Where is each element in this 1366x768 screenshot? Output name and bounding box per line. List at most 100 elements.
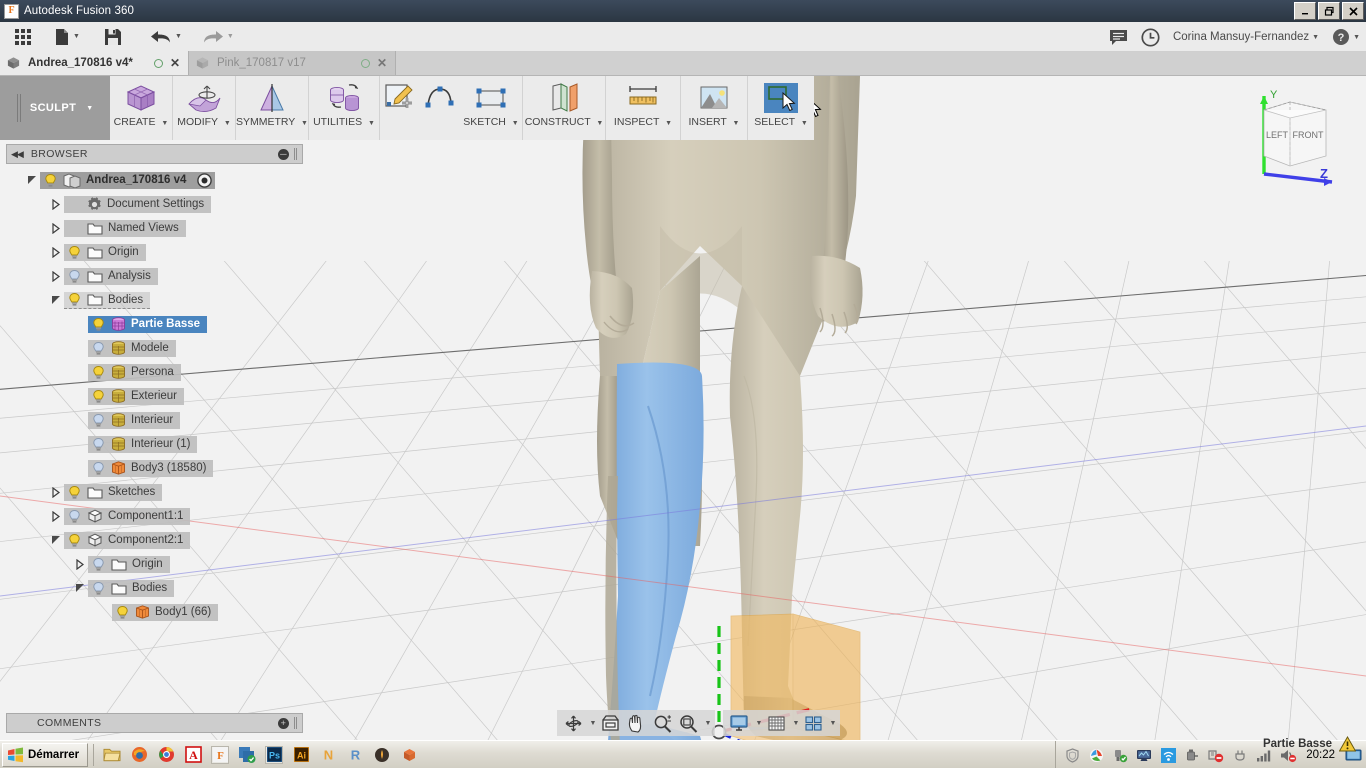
visibility-toggle[interactable] [67, 269, 82, 284]
visibility-toggle[interactable] [91, 413, 106, 428]
chevron-down-icon[interactable] [75, 583, 86, 594]
pan-button[interactable] [623, 711, 649, 735]
firefox-icon[interactable] [130, 746, 148, 764]
browser-tree-row[interactable]: Andrea_170816 v4 [6, 168, 303, 192]
tree-twisty[interactable] [48, 295, 64, 306]
tree-node-persona[interactable]: Persona [88, 363, 181, 381]
tree-node-modele[interactable]: Modele [88, 339, 176, 357]
chevron-down-icon[interactable] [51, 535, 62, 546]
visibility-bulb-icon[interactable] [91, 581, 106, 596]
tree-twisty[interactable] [72, 558, 88, 570]
tree-twisty[interactable] [48, 198, 64, 210]
antivirus-icon[interactable] [1087, 746, 1105, 764]
activate-radio-icon[interactable] [197, 172, 213, 188]
warning-triangle-icon[interactable] [1339, 736, 1356, 752]
chevron-down-icon[interactable]: ▼ [756, 720, 763, 727]
browser-tree-row[interactable]: Interieur [6, 408, 303, 432]
chevron-right-icon[interactable] [75, 558, 85, 570]
circle-icon[interactable] [153, 58, 163, 68]
shield-icon[interactable] [1063, 746, 1081, 764]
close-icon[interactable]: ✕ [170, 57, 180, 69]
tree-node-andrea-170816-v4[interactable]: Andrea_170816 v4 [40, 171, 216, 189]
wifi-icon[interactable] [1159, 746, 1177, 764]
tree-twisty[interactable] [48, 486, 64, 498]
photoshop-icon[interactable]: Ps [265, 745, 284, 764]
visibility-bulb-icon[interactable] [67, 533, 82, 548]
chevron-down-icon[interactable] [51, 295, 62, 306]
visibility-toggle[interactable] [91, 461, 106, 476]
tree-node-body3-18580[interactable]: Body3 (18580) [88, 459, 214, 477]
chevron-down-icon[interactable]: ▼ [793, 720, 800, 727]
browser-tree-row[interactable]: Persona [6, 360, 303, 384]
ribbon-button-insert[interactable]: INSERT ▼ [681, 76, 747, 140]
document-tab-active[interactable]: Andrea_170816 v4* ✕ [0, 51, 189, 75]
visibility-bulb-icon[interactable] [67, 485, 82, 500]
chevron-right-icon[interactable] [51, 486, 61, 498]
tree-node-interieur[interactable]: Interieur [88, 411, 181, 429]
no-entry-icon[interactable] [1207, 746, 1225, 764]
ribbon-button-symmetry[interactable]: SYMMETRY ▼ [236, 76, 308, 140]
browser-tree-row[interactable]: Origin [6, 552, 303, 576]
browser-tree-row[interactable]: Bodies [6, 288, 303, 312]
ribbon-button-utilities[interactable]: UTILITIES ▼ [309, 76, 379, 140]
chevron-right-icon[interactable] [51, 510, 61, 522]
visibility-toggle[interactable] [67, 485, 82, 500]
tree-node-component1-1[interactable]: Component1:1 [64, 507, 191, 525]
restore-button[interactable] [1318, 2, 1340, 20]
browser-tree-row[interactable]: Exterieur [6, 384, 303, 408]
acrobat-reader-icon[interactable]: A [184, 746, 202, 764]
start-button[interactable]: Démarrer [2, 742, 89, 767]
comments-panel[interactable]: COMMENTS + [6, 713, 303, 733]
visibility-bulb-icon[interactable] [91, 437, 106, 452]
tree-node-interieur-1[interactable]: Interieur (1) [88, 435, 198, 453]
document-tab-inactive[interactable]: Pink_170817 v17 ✕ [189, 51, 396, 75]
visibility-toggle[interactable] [67, 509, 82, 524]
collapse-left-icon[interactable]: ◀◀ [11, 149, 24, 160]
tree-node-exterieur[interactable]: Exterieur [88, 387, 185, 405]
browser-tree-row[interactable]: Named Views [6, 216, 303, 240]
visibility-bulb-icon[interactable] [67, 292, 82, 307]
tree-twisty[interactable] [48, 222, 64, 234]
tree-node-origin[interactable]: Origin [64, 243, 146, 261]
visibility-bulb-icon[interactable] [67, 269, 82, 284]
visibility-bulb-icon[interactable] [91, 365, 106, 380]
browser-tree-row[interactable]: Body1 (66) [6, 600, 303, 624]
chevron-down-icon[interactable] [27, 175, 38, 186]
visibility-toggle[interactable] [91, 365, 106, 380]
tree-twisty[interactable] [48, 535, 64, 546]
chevron-right-icon[interactable] [51, 198, 61, 210]
chevron-down-icon[interactable]: ▼ [705, 720, 712, 727]
minimize-button[interactable] [1294, 2, 1316, 20]
tree-node-named-views[interactable]: Named Views [64, 219, 186, 237]
tree-twisty[interactable] [48, 510, 64, 522]
visibility-toggle[interactable] [91, 581, 106, 596]
redo-button[interactable]: ▼ [196, 23, 240, 51]
chevron-right-icon[interactable] [51, 222, 61, 234]
tree-node-partie-basse[interactable]: Partie Basse [88, 315, 208, 333]
browser-tree-row[interactable]: Modele [6, 336, 303, 360]
visibility-bulb-icon[interactable] [91, 341, 106, 356]
file-menu-button[interactable]: ▼ [48, 23, 86, 51]
chevron-down-icon[interactable]: ▼ [590, 720, 597, 727]
visibility-toggle[interactable] [91, 341, 106, 356]
comments-button[interactable] [1109, 29, 1128, 46]
tree-node-body1-66[interactable]: Body1 (66) [112, 603, 219, 621]
tree-node-bodies[interactable]: Bodies [64, 291, 151, 309]
ribbon-button-inspect[interactable]: INSPECT ▼ [606, 76, 680, 140]
netfabb-icon[interactable]: N [319, 746, 337, 764]
browser-tree-row[interactable]: Component2:1 [6, 528, 303, 552]
visibility-toggle[interactable] [67, 245, 82, 260]
plug-icon[interactable] [1231, 746, 1249, 764]
browser-tree-row[interactable]: Document Settings [6, 192, 303, 216]
visibility-bulb-icon[interactable] [91, 461, 106, 476]
browser-tree-row[interactable]: Origin [6, 240, 303, 264]
chevron-right-icon[interactable] [51, 246, 61, 258]
visibility-toggle[interactable] [115, 605, 130, 620]
fusion360-icon[interactable]: F [211, 745, 230, 764]
chevron-down-icon[interactable]: ▼ [830, 720, 837, 727]
illustrator-icon[interactable]: Ai [292, 746, 310, 764]
circle-icon[interactable] [360, 58, 370, 68]
visibility-bulb-icon[interactable] [43, 173, 58, 188]
help-button[interactable]: ? ▼ [1332, 28, 1360, 46]
browser-tree-row[interactable]: Component1:1 [6, 504, 303, 528]
